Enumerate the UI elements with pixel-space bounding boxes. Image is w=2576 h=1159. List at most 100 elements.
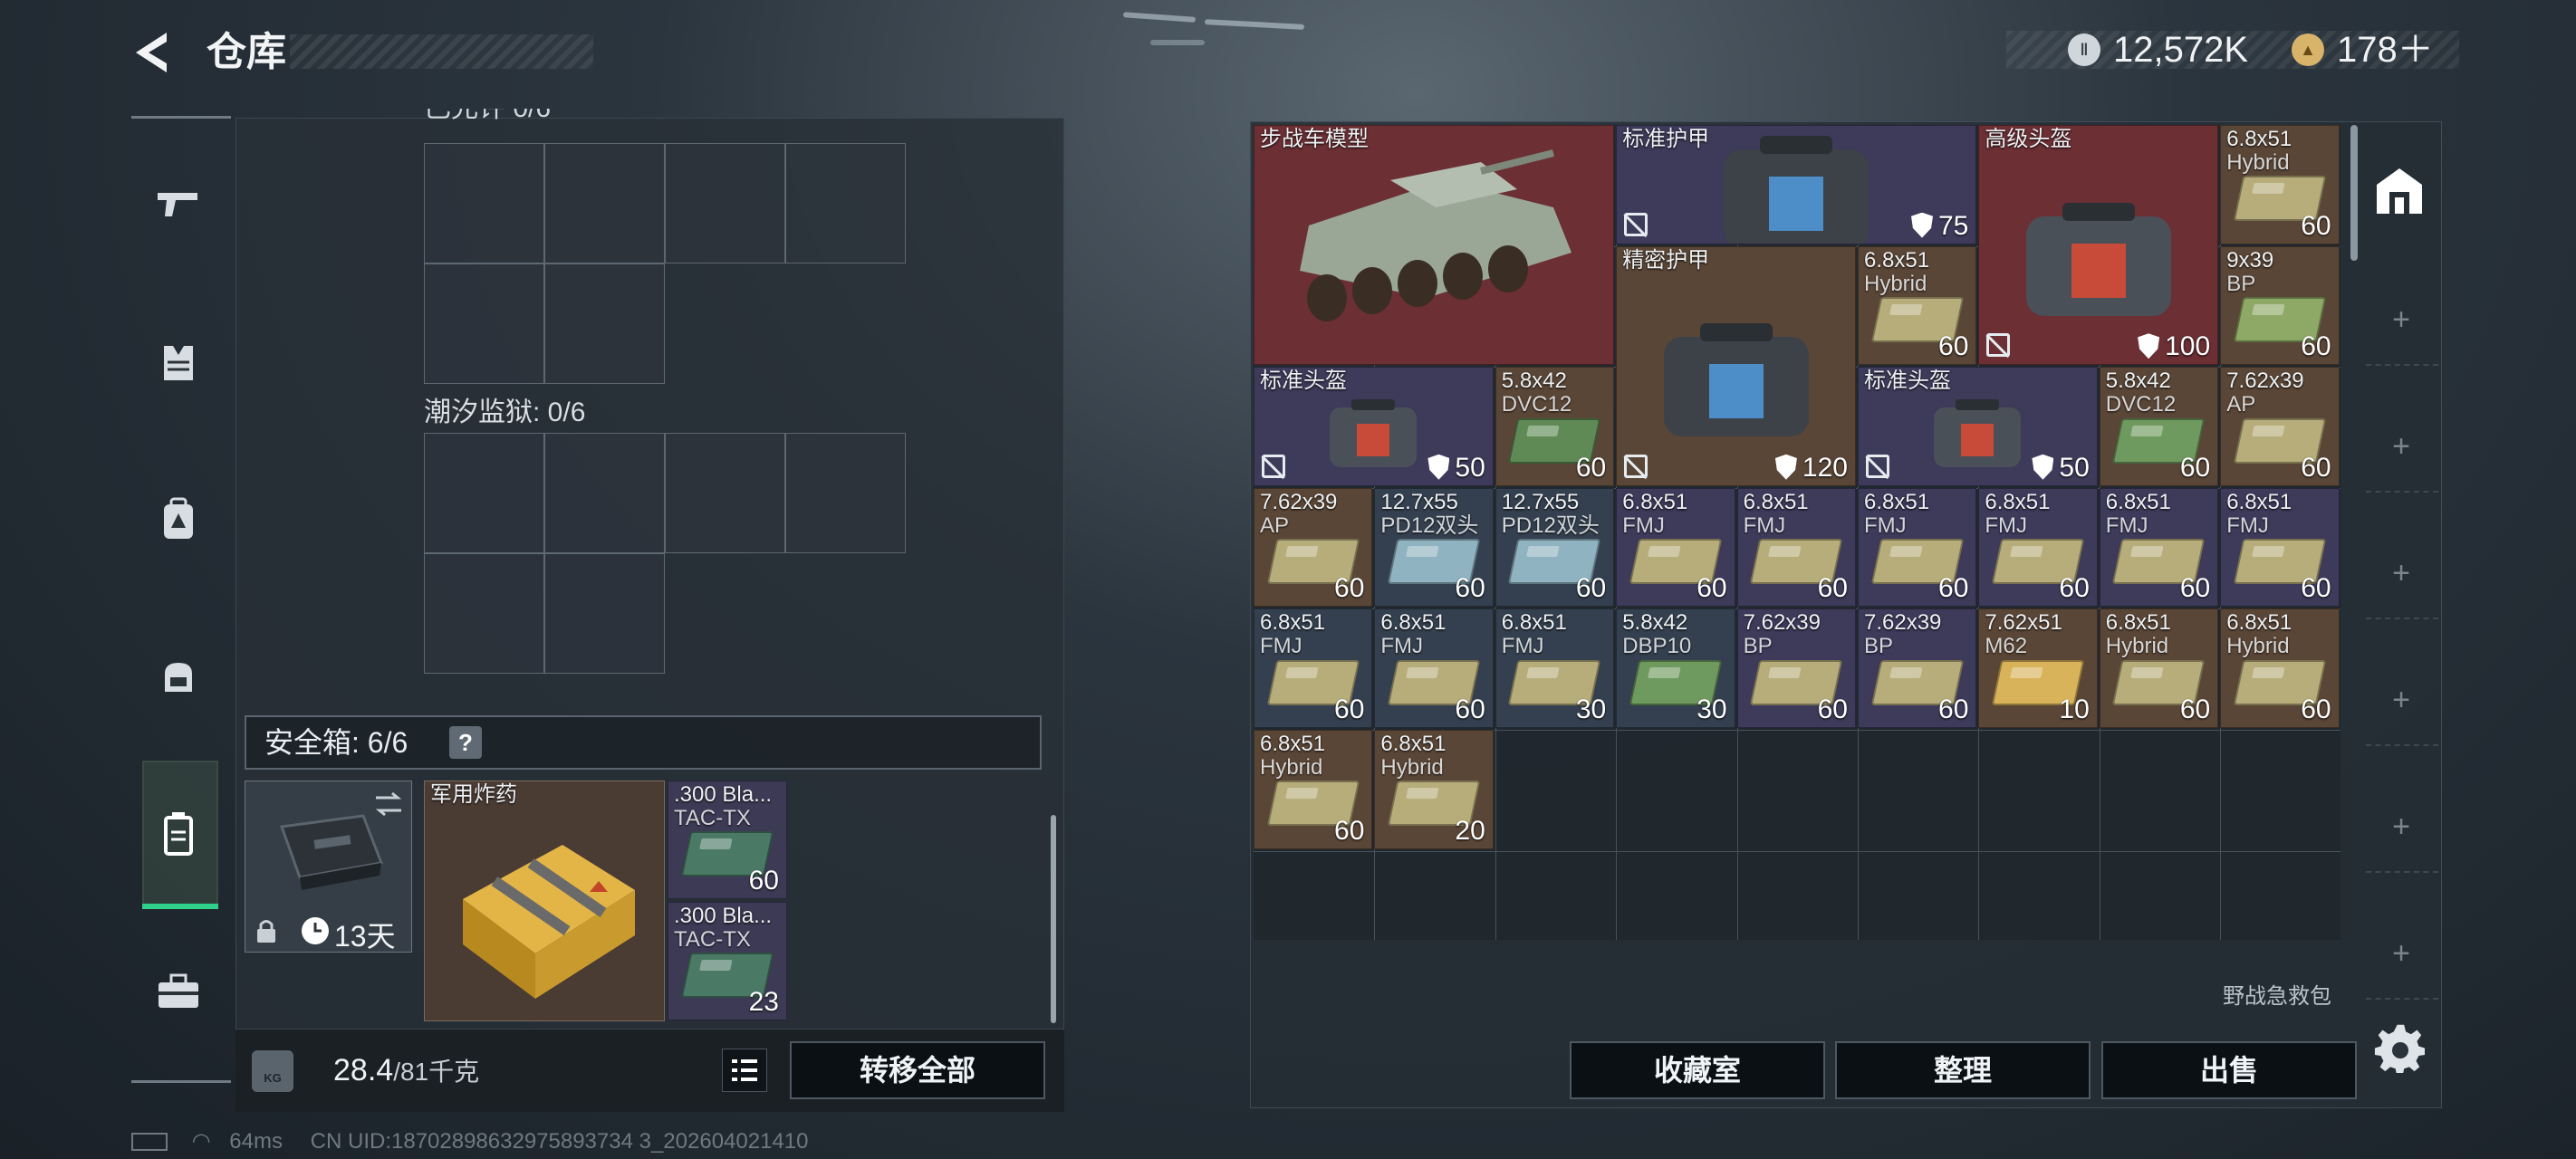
transfer-all-button[interactable]: 转移全部: [790, 1041, 1045, 1099]
item-subname: BP: [2226, 271, 2256, 296]
item-count: 60: [2301, 210, 2331, 241]
gold-amount[interactable]: 178＋: [2337, 31, 2434, 69]
item-ammo[interactable]: 6.8x51 FMJ 60: [2099, 487, 2219, 608]
item-ammo[interactable]: 7.62x39 BP 60: [1858, 608, 1977, 728]
item-ammo[interactable]: 6.8x51 Hybrid 60: [1254, 730, 1373, 849]
item-ammo[interactable]: 6.8x51 FMJ 60: [1254, 608, 1373, 728]
item-helmet[interactable]: 高级头盔 100: [1978, 125, 2219, 366]
container-slot[interactable]: [544, 433, 665, 553]
item-ammo[interactable]: 12.7x55 PD12双头 60: [1374, 487, 1494, 608]
item-name: 6.8x51: [1864, 247, 1930, 273]
item-count: 60: [2301, 694, 2331, 724]
weapon-icon[interactable]: [156, 181, 201, 226]
add-tab-icon[interactable]: +: [2388, 556, 2415, 591]
ceiling-light: [1122, 12, 1197, 23]
item-ammo-2[interactable]: .300 Bla... TAC-TX 23: [668, 902, 787, 1020]
settings-gear-icon[interactable]: [2373, 1021, 2427, 1076]
container-slot[interactable]: [785, 433, 906, 553]
list-view-button[interactable]: [722, 1049, 767, 1092]
container-slot[interactable]: [544, 143, 665, 263]
item-ammo[interactable]: 6.8x51 FMJ 60: [1616, 487, 1735, 608]
item-ammo[interactable]: 6.8x51 Hybrid 60: [2220, 608, 2340, 728]
item-ammo[interactable]: 7.62x39 BP 60: [1736, 608, 1856, 728]
item-name: 6.8x51: [1622, 489, 1688, 514]
item-count: 60: [2301, 452, 2331, 483]
item-name: 9x39: [2226, 247, 2274, 273]
item-helmet[interactable]: 标准头盔 50: [1858, 367, 2098, 486]
item-ammo-1[interactable]: .300 Bla... TAC-TX 60: [668, 781, 787, 899]
item-armor[interactable]: 标准护甲 75: [1616, 125, 1977, 244]
sell-button[interactable]: 出售: [2101, 1041, 2357, 1099]
add-tab-icon[interactable]: +: [2388, 429, 2415, 465]
item-subname: BP: [1743, 634, 1773, 659]
tab-divider: [2366, 871, 2438, 873]
container-slot[interactable]: [665, 143, 785, 263]
item-ammo[interactable]: 6.8x51 FMJ 60: [1858, 487, 1977, 608]
collection-room-button[interactable]: 收藏室: [1570, 1041, 1825, 1099]
item-ammo[interactable]: 6.8x51 FMJ 30: [1495, 608, 1615, 728]
add-tab-icon[interactable]: +: [2388, 809, 2415, 845]
item-ammo[interactable]: 6.8x51 Hybrid 20: [1374, 730, 1494, 849]
item-ammo[interactable]: 5.8x42 DBP10 30: [1616, 608, 1735, 728]
warehouse-scrollbar[interactable]: [2350, 125, 2358, 261]
item-explosive[interactable]: 军用炸药: [424, 781, 665, 1021]
left-scrollbar[interactable]: [1051, 815, 1056, 1023]
item-ammo[interactable]: 5.8x42 DVC12 60: [2099, 367, 2219, 486]
item-ammo[interactable]: 9x39 BP 60: [2220, 245, 2340, 366]
item-ammo[interactable]: 6.8x51 Hybrid 60: [2220, 125, 2340, 244]
item-count: 60: [1697, 573, 1727, 604]
organize-button[interactable]: 整理: [1835, 1041, 2091, 1099]
bag-icon[interactable]: [156, 654, 201, 699]
silver-amount: 12,572K: [2113, 30, 2249, 70]
durability: 100: [2138, 331, 2210, 362]
ceiling-light: [1204, 19, 1305, 30]
item-ammo[interactable]: 6.8x51 FMJ 60: [2220, 487, 2340, 608]
container-slot[interactable]: [424, 263, 544, 384]
item-count: 60: [2179, 573, 2211, 604]
container-slot[interactable]: [424, 433, 544, 553]
item-subname: TAC-TX: [674, 806, 751, 830]
item-count: 60: [2179, 694, 2211, 724]
container-slot[interactable]: [665, 433, 785, 553]
tab-divider: [2366, 744, 2438, 746]
item-ammo[interactable]: 6.8x51 FMJ 60: [1978, 487, 2098, 608]
item-ammo[interactable]: 6.8x51 Hybrid 60: [2099, 608, 2219, 728]
section-label-prison: 潮汐监狱: 0/6: [424, 398, 586, 427]
add-tab-icon[interactable]: +: [2388, 936, 2415, 972]
vest-icon[interactable]: [156, 340, 201, 385]
container-slot[interactable]: [785, 143, 906, 263]
item-armor[interactable]: 精密护甲 120: [1616, 245, 1856, 486]
item-ammo[interactable]: 6.8x51 FMJ 60: [1374, 608, 1494, 728]
item-ammo[interactable]: 5.8x42 DVC12 60: [1495, 367, 1615, 486]
item-vehicle[interactable]: 步战车模型: [1254, 125, 1615, 366]
case-timer: 13天: [334, 920, 396, 953]
safe-case-icon[interactable]: [156, 810, 201, 856]
item-ammo[interactable]: 7.62x39 AP 60: [2220, 367, 2340, 486]
item-ammo[interactable]: 6.8x51 FMJ 60: [1736, 487, 1856, 608]
help-button[interactable]: ?: [449, 726, 482, 759]
item-ammo[interactable]: 7.62x39 AP 60: [1254, 487, 1373, 608]
grid-line: [1254, 850, 2341, 852]
item-name: .300 Bla...: [674, 782, 773, 807]
item-ammo[interactable]: 7.62x51 M62 10: [1978, 608, 2098, 728]
toolbox-icon[interactable]: [156, 969, 201, 1014]
swap-icon[interactable]: [372, 790, 405, 818]
item-subname: PD12双头: [1501, 512, 1600, 538]
item-subname: FMJ: [2105, 512, 2148, 538]
warehouse-tab-icon[interactable]: [2371, 163, 2427, 219]
clock-icon: [302, 917, 329, 944]
add-tab-icon[interactable]: +: [2388, 683, 2415, 718]
item-ammo[interactable]: 12.7x55 PD12双头 60: [1495, 487, 1615, 608]
item-helmet[interactable]: 标准头盔 50: [1254, 367, 1494, 486]
container-slot[interactable]: [424, 553, 544, 674]
add-tab-icon[interactable]: +: [2388, 302, 2415, 338]
shield-icon: [1427, 454, 1450, 480]
safe-case-slot[interactable]: 13天: [245, 781, 412, 953]
container-slot[interactable]: [544, 553, 665, 674]
backpack-icon[interactable]: [156, 496, 201, 541]
shield-icon: [2032, 454, 2054, 480]
container-slot[interactable]: [424, 143, 544, 263]
container-slot[interactable]: [544, 263, 665, 384]
item-ammo[interactable]: 6.8x51 Hybrid 60: [1858, 245, 1977, 366]
back-arrow-icon[interactable]: [127, 27, 181, 78]
